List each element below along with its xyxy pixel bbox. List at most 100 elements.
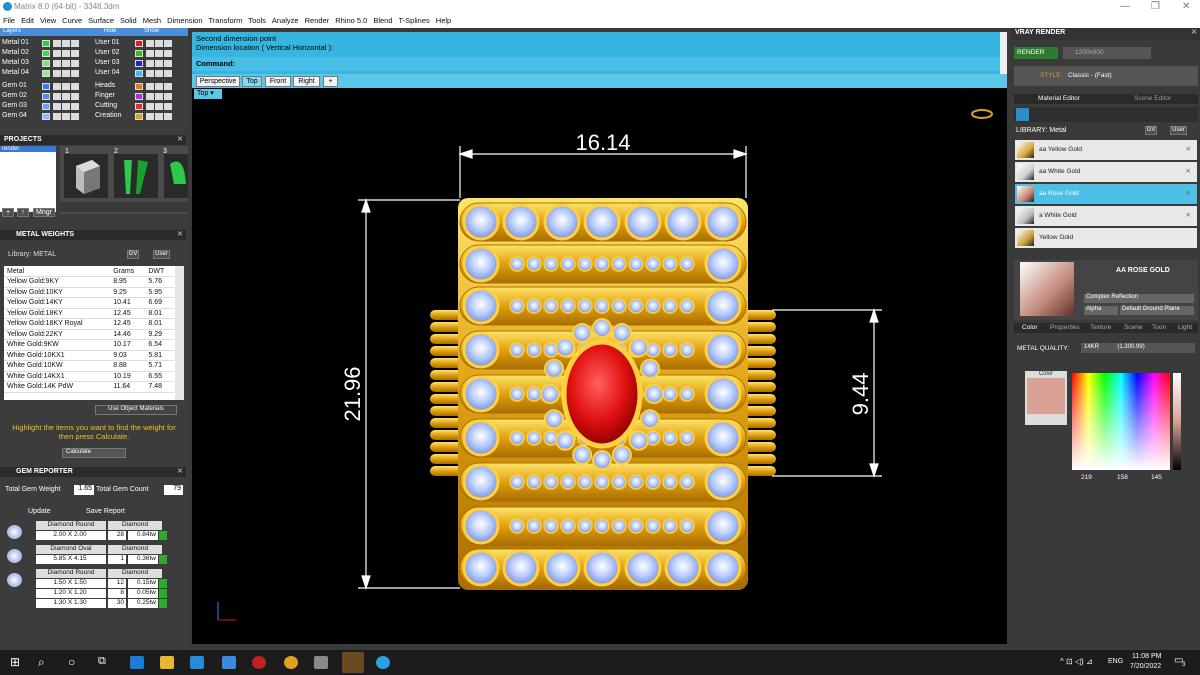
table-row[interactable]: Yellow Gold:18KY 12.45 8.01	[4, 308, 174, 319]
menu-solid[interactable]: Solid	[120, 16, 137, 25]
menu-analyze[interactable]: Analyze	[272, 16, 299, 25]
layer-name[interactable]: User 02	[95, 49, 120, 56]
layer-lock-icon[interactable]	[155, 40, 163, 47]
maximize-button[interactable]: ❐	[1151, 1, 1160, 12]
layer-name[interactable]: Metal 01	[2, 39, 29, 46]
layer-color-swatch[interactable]	[135, 70, 143, 77]
tab-right[interactable]: Right	[293, 76, 320, 87]
gv-button[interactable]: GV	[1145, 126, 1157, 135]
windows-start-icon[interactable]: ⊞	[10, 655, 20, 669]
close-icon[interactable]: ✕	[177, 230, 183, 238]
layer-lock-icon[interactable]	[62, 40, 70, 47]
project-item[interactable]: render	[0, 146, 56, 152]
layer-name[interactable]: Metal 04	[2, 69, 29, 76]
ground-plane-select[interactable]: Default Ground Plane	[1120, 306, 1194, 315]
layer-visibility-icon[interactable]	[146, 60, 154, 67]
layer-select-icon[interactable]	[71, 103, 79, 110]
layer-color-swatch[interactable]	[135, 40, 143, 47]
column-header[interactable]: DWT	[145, 266, 174, 277]
layer-lock-icon[interactable]	[155, 70, 163, 77]
blue-value[interactable]: 145	[1151, 474, 1162, 481]
layer-select-icon[interactable]	[71, 83, 79, 90]
layer-lock-icon[interactable]	[62, 83, 70, 90]
layer-lock-icon[interactable]	[62, 93, 70, 100]
table-row[interactable]: Yellow Gold:9KY 8.95 5.76	[4, 276, 174, 288]
clock-time[interactable]: 11:08 PM	[1132, 653, 1161, 660]
select-gem-arrow-icon[interactable]	[159, 555, 167, 564]
layer-color-swatch[interactable]	[135, 83, 143, 90]
layer-visibility-icon[interactable]	[146, 70, 154, 77]
red-value[interactable]: 219	[1081, 474, 1092, 481]
cortana-icon[interactable]: ○	[68, 655, 75, 669]
menu-file[interactable]: File	[3, 16, 15, 25]
close-icon[interactable]: ✕	[1191, 28, 1197, 36]
language-indicator[interactable]: ENG	[1108, 658, 1123, 665]
metal-quality-select[interactable]: 14KR (1.300.99)	[1081, 343, 1195, 353]
search-icon[interactable]: ⌕	[38, 655, 45, 670]
manager-button[interactable]: Mngr	[33, 208, 55, 217]
mail-icon[interactable]	[222, 656, 236, 669]
layer-name[interactable]: Cutting	[95, 102, 117, 109]
up-arrow-icon[interactable]: ↑	[17, 208, 29, 217]
column-header[interactable]: Metal	[4, 266, 111, 277]
layer-select-icon[interactable]	[71, 40, 79, 47]
material-item[interactable]: aa Yellow Gold ✕	[1015, 140, 1197, 160]
chrome-icon[interactable]	[284, 656, 298, 669]
material-item[interactable]: aa White Gold ✕	[1015, 162, 1197, 182]
layer-select-icon[interactable]	[164, 83, 172, 90]
user-button[interactable]: User	[153, 250, 170, 259]
layer-lock-icon[interactable]	[155, 83, 163, 90]
layer-visibility-icon[interactable]	[146, 40, 154, 47]
edge-icon[interactable]	[130, 656, 144, 669]
layer-visibility-icon[interactable]	[146, 50, 154, 57]
app-icon-red[interactable]	[252, 656, 266, 669]
layer-name[interactable]: Heads	[95, 82, 115, 89]
layer-name[interactable]: Gem 03	[2, 102, 27, 109]
menu-tools[interactable]: Tools	[248, 16, 266, 25]
layer-lock-icon[interactable]	[155, 60, 163, 67]
table-row[interactable]: White Gold:10KX1 9.03 5.81	[4, 350, 174, 361]
layer-name[interactable]: Finger	[95, 92, 115, 99]
layer-select-icon[interactable]	[164, 70, 172, 77]
green-value[interactable]: 158	[1117, 474, 1128, 481]
table-row[interactable]: White Gold:14KX1 10.19 6.55	[4, 371, 174, 382]
material-item[interactable]: a White Gold ✕	[1015, 206, 1197, 226]
menu-rhino[interactable]: Rhino 5.0	[335, 16, 367, 25]
layer-color-swatch[interactable]	[135, 103, 143, 110]
layer-name[interactable]: User 03	[95, 59, 120, 66]
layer-color-swatch[interactable]	[135, 93, 143, 100]
layer-name[interactable]: User 01	[95, 39, 120, 46]
layer-color-swatch[interactable]	[135, 60, 143, 67]
layer-color-swatch[interactable]	[42, 83, 50, 90]
layer-color-swatch[interactable]	[135, 50, 143, 57]
color-swatch[interactable]	[1027, 378, 1065, 414]
layer-lock-icon[interactable]	[62, 60, 70, 67]
tab-texture[interactable]: Texture	[1090, 324, 1111, 331]
vray-icon[interactable]	[376, 656, 390, 669]
menu-view[interactable]: View	[40, 16, 56, 25]
layer-visibility-icon[interactable]	[53, 113, 61, 120]
layer-visibility-icon[interactable]	[53, 50, 61, 57]
layer-color-swatch[interactable]	[135, 113, 143, 120]
menu-dimension[interactable]: Dimension	[167, 16, 202, 25]
rhino-icon[interactable]	[314, 656, 328, 669]
table-row[interactable]: Yellow Gold:18KY Royal 12.45 8.01	[4, 318, 174, 330]
tab-material-editor[interactable]: Material Editor	[1038, 95, 1080, 102]
gv-button[interactable]: GV	[127, 250, 139, 259]
menu-curve[interactable]: Curve	[62, 16, 82, 25]
viewport-top[interactable]: Top ▾ 16.14 21.96 9.44	[192, 88, 1007, 644]
layer-lock-icon[interactable]	[155, 50, 163, 57]
layer-visibility-icon[interactable]	[146, 103, 154, 110]
layer-select-icon[interactable]	[164, 93, 172, 100]
project-thumb-3[interactable]	[164, 154, 188, 198]
layer-visibility-icon[interactable]	[53, 70, 61, 77]
layer-select-icon[interactable]	[164, 40, 172, 47]
layer-visibility-icon[interactable]	[53, 93, 61, 100]
menu-help[interactable]: Help	[436, 16, 451, 25]
layer-visibility-icon[interactable]	[146, 93, 154, 100]
layer-name[interactable]: Gem 01	[2, 82, 27, 89]
layer-name[interactable]: Gem 02	[2, 92, 27, 99]
layer-visibility-icon[interactable]	[53, 83, 61, 90]
layer-visibility-icon[interactable]	[53, 60, 61, 67]
hide-all-button[interactable]: Hide	[104, 28, 116, 34]
